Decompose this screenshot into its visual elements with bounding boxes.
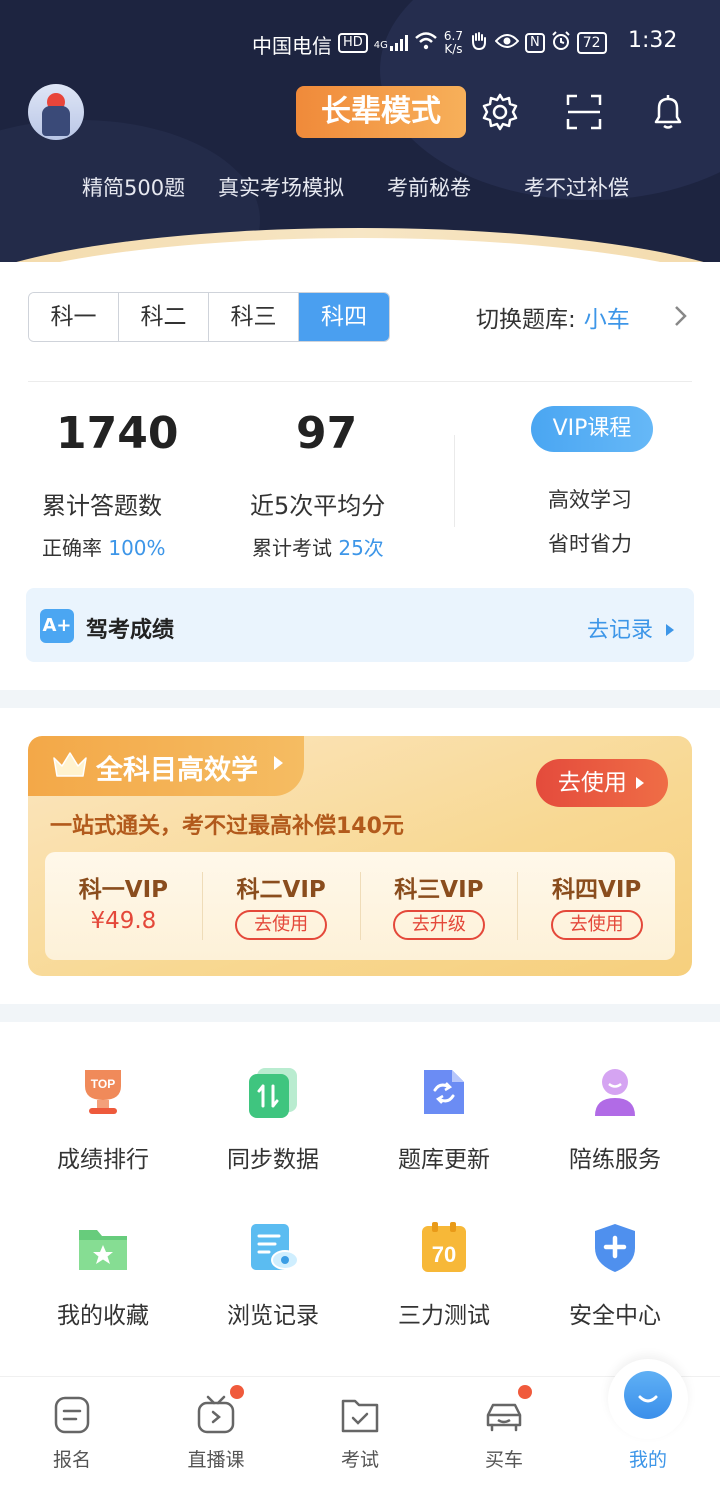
- tab-subject-3[interactable]: 科三: [209, 293, 299, 341]
- subject-tabs: 科一 科二 科三 科四: [28, 292, 390, 342]
- coach-icon: [589, 1066, 641, 1118]
- vip-item-price: ¥49.8: [90, 908, 157, 934]
- hd-icon: HD: [338, 33, 368, 53]
- grid-item-security-center[interactable]: 安全中心: [540, 1222, 690, 1330]
- notification-dot: [518, 1385, 532, 1399]
- vip-item-use-button[interactable]: 去使用: [235, 910, 328, 940]
- header: 中国电信 HD 4G 6.7 K/s N 72 1:32 长辈模式 精简500题…: [0, 0, 720, 262]
- trophy-icon: TOP: [77, 1066, 129, 1118]
- grid-item-three-ability-test[interactable]: 70 三力测试: [369, 1222, 519, 1330]
- history-icon: [247, 1222, 299, 1274]
- favorites-folder-icon: [77, 1222, 129, 1274]
- sync-icon: [247, 1066, 299, 1118]
- grid-item-coach[interactable]: 陪练服务: [540, 1066, 690, 1174]
- bell-icon[interactable]: [648, 92, 688, 132]
- grid-item-bank-update[interactable]: 题库更新: [369, 1066, 519, 1174]
- vip-tag[interactable]: 全科目高效学: [28, 736, 304, 796]
- tab-subject-4[interactable]: 科四: [299, 293, 389, 341]
- carrier: 中国电信: [252, 34, 332, 58]
- stats-separator: [454, 435, 455, 527]
- caret-right-icon: [636, 777, 645, 789]
- register-icon: [52, 1395, 92, 1435]
- header-tabs: 精简500题 真实考场模拟 考前秘卷 考不过补偿: [0, 172, 720, 208]
- average-score: 97: [296, 408, 358, 459]
- avatar[interactable]: [28, 84, 84, 140]
- signal-icon: 4G: [374, 35, 408, 51]
- tab-subject-1[interactable]: 科一: [29, 293, 119, 341]
- total-answered-label: 累计答题数: [42, 492, 162, 520]
- nav-exam[interactable]: 考试: [288, 1377, 432, 1485]
- score-record-link[interactable]: 去记录: [587, 612, 676, 644]
- header-tab-simplified[interactable]: 精简500题: [82, 172, 185, 202]
- vip-slogan: 一站式通关，考不过最高补偿140元: [50, 814, 404, 839]
- nfc-icon: N: [525, 33, 545, 53]
- battery-icon: 72: [576, 32, 607, 54]
- section-gap: [0, 1004, 720, 1022]
- exam-count: 累计考试 25次: [252, 536, 384, 560]
- nav-buy-car[interactable]: 买车: [432, 1377, 576, 1485]
- vip-item-use-button[interactable]: 去使用: [550, 910, 643, 940]
- svg-text:70: 70: [432, 1242, 456, 1267]
- hand-icon: [469, 31, 489, 55]
- vip-items: 科一VIP ¥49.8 科二VIP 去使用 科三VIP 去升级 科四VIP 去使…: [45, 852, 675, 960]
- bottom-nav: 报名 直播课 考试 买车 我的: [0, 1359, 720, 1485]
- notification-dot: [230, 1385, 244, 1399]
- alarm-icon: [551, 31, 571, 55]
- elder-mode-button[interactable]: 长辈模式: [296, 86, 466, 138]
- vip-tag-title: 全科目高效学: [96, 755, 258, 786]
- wifi-icon: [414, 32, 438, 54]
- car-icon: [484, 1385, 532, 1435]
- question-bank-value: 小车: [583, 307, 630, 333]
- vip-course-desc-2: 省时省力: [548, 532, 632, 556]
- live-icon: [196, 1385, 244, 1435]
- nav-register[interactable]: 报名: [0, 1377, 144, 1485]
- network-speed: 6.7 K/s: [443, 29, 464, 56]
- vip-item-subject-2: 科二VIP 去使用: [203, 872, 361, 940]
- test-icon: 70: [418, 1222, 470, 1274]
- grid-item-ranking[interactable]: TOP 成绩排行: [28, 1066, 178, 1174]
- a-plus-icon: A+: [40, 609, 74, 643]
- total-answered-count: 1740: [56, 408, 179, 459]
- header-tab-secret-paper[interactable]: 考前秘卷: [387, 172, 471, 202]
- header-tab-mock-exam[interactable]: 真实考场模拟: [218, 172, 344, 202]
- gear-icon[interactable]: [480, 92, 520, 132]
- vip-item-subject-1[interactable]: 科一VIP ¥49.8: [45, 872, 203, 940]
- vip-item-upgrade-button[interactable]: 去升级: [392, 910, 485, 940]
- vip-use-button[interactable]: 去使用: [536, 759, 668, 807]
- caret-right-icon: [274, 756, 283, 770]
- grid-item-sync[interactable]: 同步数据: [198, 1066, 348, 1174]
- accuracy: 正确率 100%: [42, 536, 166, 560]
- caret-right-icon: [666, 624, 674, 636]
- grid-item-favorites[interactable]: 我的收藏: [28, 1222, 178, 1330]
- crown-icon: [52, 750, 88, 780]
- average-score-label: 近5次平均分: [250, 492, 386, 520]
- clock: 1:32: [628, 28, 678, 53]
- switch-question-bank[interactable]: 切换题库: 小车: [476, 300, 630, 334]
- grid-item-history[interactable]: 浏览记录: [198, 1222, 348, 1330]
- scan-icon[interactable]: [564, 92, 604, 132]
- vip-course-button[interactable]: VIP课程: [531, 406, 653, 452]
- shield-icon: [589, 1222, 641, 1274]
- refresh-icon: [418, 1066, 470, 1118]
- nav-live-course[interactable]: 直播课: [144, 1377, 288, 1485]
- header-tab-compensation[interactable]: 考不过补偿: [524, 172, 629, 202]
- vip-course-desc-1: 高效学习: [548, 488, 632, 512]
- chevron-right-icon[interactable]: [672, 304, 688, 328]
- exam-icon: [340, 1395, 380, 1435]
- score-record-bar[interactable]: A+ 驾考成绩 去记录: [26, 588, 694, 662]
- vip-item-subject-3: 科三VIP 去升级: [361, 872, 519, 940]
- profile-page: 中国电信 HD 4G 6.7 K/s N 72 1:32 长辈模式 精简500题…: [0, 0, 720, 1485]
- nav-mine[interactable]: 我的: [576, 1377, 720, 1485]
- status-bar: 中国电信 HD 4G 6.7 K/s N 72 1:32: [0, 24, 720, 64]
- eye-icon: [494, 33, 520, 53]
- divider: [28, 381, 692, 382]
- svg-text:TOP: TOP: [91, 1077, 115, 1091]
- section-gap: [0, 690, 720, 708]
- vip-card[interactable]: 全科目高效学 去使用 一站式通关，考不过最高补偿140元 科一VIP ¥49.8…: [28, 736, 692, 976]
- vip-item-subject-4: 科四VIP 去使用: [518, 872, 675, 940]
- score-record-title: 驾考成绩: [86, 618, 175, 643]
- tab-subject-2[interactable]: 科二: [119, 293, 209, 341]
